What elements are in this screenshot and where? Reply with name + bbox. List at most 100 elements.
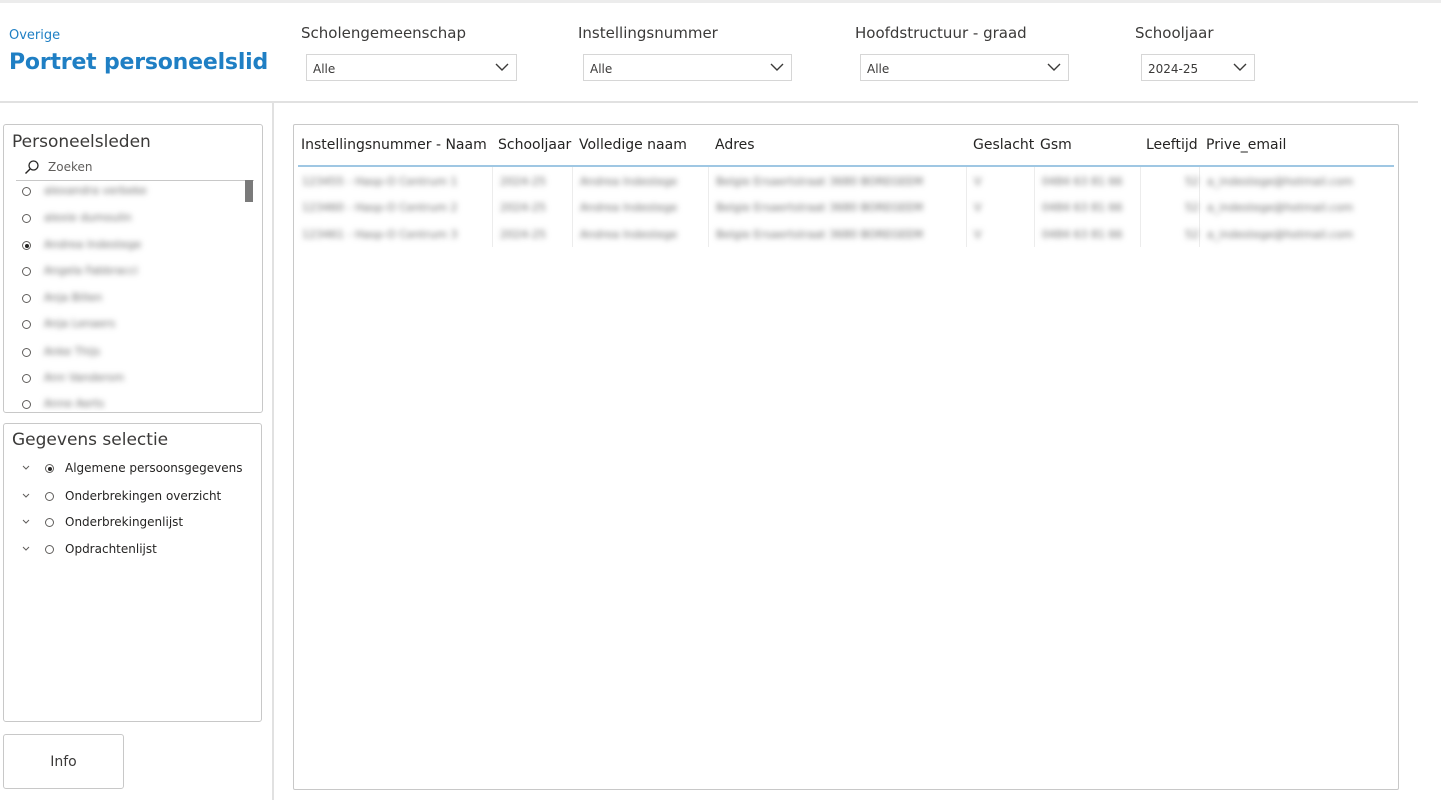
table-cell: Andrea Indestege [580, 228, 678, 241]
table-cell: 0484 63 81 66 [1042, 228, 1123, 241]
table-cell: Belgie Ersaertstraat 3680 BOREGEEM [716, 201, 924, 214]
selection-item-label: Opdrachtenlijst [65, 542, 157, 556]
chevron-down-icon [1047, 63, 1061, 71]
list-item[interactable]: Anja Billen [18, 288, 244, 310]
table-cell: V [974, 228, 982, 241]
table-cell: Belgie Ersaertstraat 3680 BOREGEEM [716, 175, 924, 188]
filter-label-schooljaar: Schooljaar [1135, 24, 1214, 42]
column-header-leeftijd[interactable]: Leeftijd [1146, 137, 1198, 153]
selection-item[interactable]: Onderbrekingen overzicht [20, 487, 250, 509]
list-item[interactable]: Andrea Indestege [18, 235, 244, 257]
list-item[interactable]: alexie dumoulin [18, 208, 244, 230]
dropdown-value: 2024-25 [1148, 62, 1199, 76]
list-item[interactable]: Ann Vandersm [18, 368, 244, 390]
table-cell: 2024-25 [500, 201, 546, 214]
dropdown-value: Alle [867, 62, 890, 76]
column-header-geslacht[interactable]: Geslacht [973, 137, 1034, 153]
chevron-down-icon[interactable] [20, 517, 32, 527]
table-cell: 123461 - Hasp-O Centrum 3 [302, 228, 458, 241]
radio-button[interactable] [22, 400, 31, 409]
chevron-down-icon[interactable] [20, 544, 32, 554]
column-header-schooljaar[interactable]: Schooljaar [498, 137, 571, 153]
list-item[interactable]: alexandra verbeke [18, 181, 244, 203]
radio-button[interactable] [22, 267, 31, 276]
radio-button-selected[interactable] [45, 464, 54, 473]
column-header-gsm[interactable]: Gsm [1040, 137, 1072, 153]
dropdown-schooljaar[interactable]: 2024-25 [1141, 54, 1255, 81]
selection-item-label: Algemene persoonsgegevens [65, 461, 243, 475]
chevron-down-icon [495, 63, 509, 71]
list-item-label: Anke Thijs [44, 345, 101, 358]
radio-button-selected[interactable] [22, 241, 31, 250]
header-underline [298, 165, 1394, 167]
column-header-instellingsnummer[interactable]: Instellingsnummer - Naam [301, 137, 487, 153]
radio-button[interactable] [22, 348, 31, 357]
slicer-search [16, 158, 254, 181]
selection-item[interactable]: Onderbrekingenlijst [20, 513, 250, 535]
table-cell: 2024-25 [500, 175, 546, 188]
search-input[interactable] [48, 160, 248, 174]
scrollbar-thumb[interactable] [245, 180, 253, 202]
personeelsleden-slicer: Personeelsleden alexandra verbeke alexie… [3, 124, 263, 413]
list-item-label: Anja Billen [44, 291, 103, 304]
list-item-label: Angela Fabbracci [44, 264, 138, 277]
table-cell: 52 [1185, 201, 1199, 214]
radio-button[interactable] [22, 374, 31, 383]
table-row[interactable]: 123461 - Hasp-O Centrum 3 2024-25 Andrea… [298, 222, 1394, 248]
selection-item[interactable]: Algemene persoonsgegevens [20, 459, 250, 481]
table-cell: Andrea Indestege [580, 175, 678, 188]
list-item-label: Anne Aerts [44, 397, 105, 410]
selection-item-label: Onderbrekingenlijst [65, 515, 184, 529]
top-border [0, 0, 1441, 3]
table-cell: V [974, 175, 982, 188]
table-cell: 52 [1185, 228, 1199, 241]
list-item-label: Ann Vandersm [44, 371, 125, 384]
page-title: Portret personeelslid [9, 50, 269, 75]
sidebar-divider [272, 103, 274, 800]
list-item[interactable]: Anke Thijs [18, 342, 244, 364]
radio-button[interactable] [45, 518, 54, 527]
table-cell: a_indestege@hotmail.com [1207, 175, 1354, 188]
table-cell: Andrea Indestege [580, 201, 678, 214]
dropdown-scholengemeenschap[interactable]: Alle [306, 54, 517, 81]
list-item[interactable]: Anja Lenaers [18, 314, 244, 336]
column-header-volledige-naam[interactable]: Volledige naam [579, 137, 687, 153]
chevron-down-icon [1233, 63, 1247, 71]
table-cell: V [974, 201, 982, 214]
list-item-label: alexie dumoulin [44, 211, 132, 224]
search-icon [25, 160, 39, 174]
radio-button[interactable] [22, 214, 31, 223]
table-cell: a_indestege@hotmail.com [1207, 201, 1354, 214]
table-row[interactable]: 123460 - Hasp-O Centrum 2 2024-25 Andrea… [298, 195, 1394, 221]
list-item[interactable]: Anne Aerts [18, 394, 244, 411]
table-cell: 52 [1185, 175, 1199, 188]
gegevens-selectie-slicer: Gegevens selectie Algemene persoonsgegev… [3, 423, 262, 722]
slicer-title: Personeelsleden [12, 132, 151, 152]
selection-item-label: Onderbrekingen overzicht [65, 489, 222, 503]
table-cell: 0484 63 81 66 [1042, 175, 1123, 188]
table-cell: 123455 - Hasp-O Centrum 1 [302, 175, 458, 188]
chevron-down-icon[interactable] [20, 491, 32, 501]
info-button[interactable]: Info [3, 734, 124, 789]
radio-button[interactable] [45, 545, 54, 554]
selection-item[interactable]: Opdrachtenlijst [20, 540, 250, 562]
radio-button[interactable] [22, 320, 31, 329]
filter-label-instellingsnummer: Instellingsnummer [578, 24, 718, 42]
list-item-label: Anja Lenaers [44, 317, 116, 330]
chevron-down-icon[interactable] [20, 463, 32, 473]
column-header-adres[interactable]: Adres [715, 137, 755, 153]
radio-button[interactable] [22, 294, 31, 303]
radio-button[interactable] [22, 187, 31, 196]
chevron-down-icon [770, 63, 784, 71]
dropdown-instellingsnummer[interactable]: Alle [583, 54, 792, 81]
dropdown-hoofdstructuur[interactable]: Alle [860, 54, 1069, 81]
list-item[interactable]: Angela Fabbracci [18, 261, 244, 283]
list-item-label: alexandra verbeke [44, 184, 147, 197]
radio-button[interactable] [45, 492, 54, 501]
table-row[interactable]: 123455 - Hasp-O Centrum 1 2024-25 Andrea… [298, 169, 1394, 195]
slicer-title: Gegevens selectie [12, 430, 169, 450]
table-cell: a_indestege@hotmail.com [1207, 228, 1354, 241]
slicer-list: alexandra verbeke alexie dumoulin Andrea… [18, 181, 244, 411]
column-header-prive-email[interactable]: Prive_email [1206, 137, 1286, 153]
breadcrumb[interactable]: Overige [9, 28, 60, 43]
